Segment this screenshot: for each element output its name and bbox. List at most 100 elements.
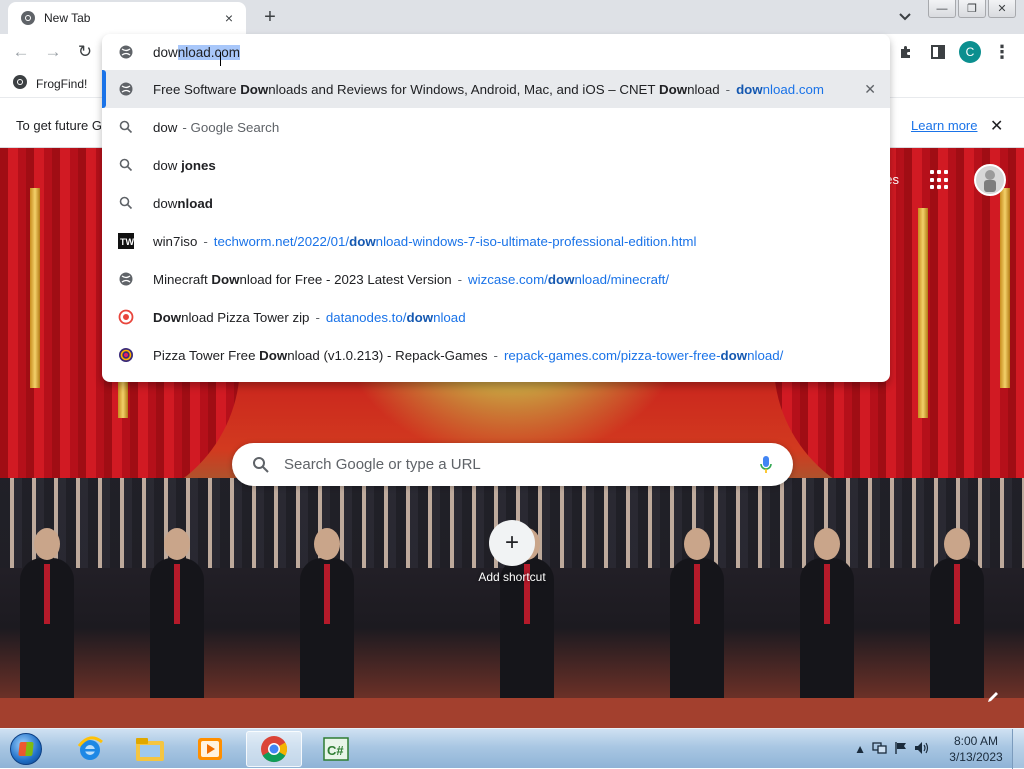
chrome-icon: [261, 736, 288, 763]
globe-icon: [118, 81, 134, 97]
techworm-icon: TW: [118, 233, 134, 249]
suggestion-row[interactable]: dow - Google Search: [102, 108, 890, 146]
taskbar-internet-explorer[interactable]: [62, 731, 118, 767]
search-icon: [118, 119, 134, 135]
google-apps-icon[interactable]: [930, 170, 954, 190]
info-bar-close-button[interactable]: ✕: [990, 116, 1003, 136]
menu-button[interactable]: ⋮: [990, 38, 1014, 66]
omnibox-dropdown: download.com Free Software Downloads and…: [102, 34, 890, 382]
autocomplete-selection: nload.com: [177, 44, 241, 60]
network-icon[interactable]: [872, 741, 888, 758]
suggestion-separator: -: [725, 81, 731, 97]
start-button[interactable]: [6, 730, 46, 768]
suggestion-source: - Google Search: [182, 119, 280, 135]
background-decoration: [30, 188, 40, 388]
csharp-icon: C#: [323, 737, 349, 761]
taskbar-clock[interactable]: 8:00 AM 3/13/2023: [940, 733, 1012, 765]
chrome-icon: [12, 74, 28, 93]
customize-pencil-icon[interactable]: [982, 686, 1004, 708]
suggestion-row[interactable]: Minecraft Download for Free - 2023 Lates…: [102, 260, 890, 298]
suggestion-url: repack-games.com/pizza-tower-free-downlo…: [503, 347, 784, 363]
suggestion-title: Download Pizza Tower zip: [153, 309, 310, 325]
suggestion-row[interactable]: Pizza Tower Free Download (v1.0.213) - R…: [102, 336, 890, 374]
folder-icon: [136, 738, 164, 761]
forward-button[interactable]: →: [40, 40, 66, 64]
search-placeholder: Search Google or type a URL: [284, 456, 481, 473]
suggestion-row[interactable]: download: [102, 184, 890, 222]
svg-text:TW: TW: [120, 237, 134, 247]
bookmark-frogfind[interactable]: FrogFind!: [12, 74, 87, 93]
tab-title: New Tab: [44, 11, 91, 25]
datanodes-icon: [118, 309, 134, 325]
bookmark-label: FrogFind!: [36, 76, 88, 91]
suggestion-url: techworm.net/2022/01/download-windows-7-…: [213, 233, 697, 249]
show-hidden-icons-icon[interactable]: ▲: [854, 742, 866, 756]
ntp-search-box[interactable]: Search Google or type a URL: [232, 443, 793, 486]
suggestion-title: Minecraft Download for Free - 2023 Lates…: [153, 271, 452, 287]
suggestion-separator: -: [493, 347, 498, 363]
chevron-down-icon: [899, 13, 911, 21]
search-icon: [118, 157, 134, 173]
reload-button[interactable]: ↻: [72, 40, 98, 64]
tray-icons: ▲: [854, 741, 930, 758]
background-figure: [930, 528, 984, 708]
suggestion-separator: -: [315, 309, 320, 325]
close-window-button[interactable]: ✕: [988, 0, 1016, 18]
text-cursor-icon: [220, 52, 222, 66]
show-desktop-button[interactable]: [1012, 729, 1024, 769]
windows-taskbar: C# ▲ 8:00 AM 3/13/2023: [0, 728, 1024, 769]
add-shortcut-tile[interactable]: + Add shortcut: [470, 520, 554, 584]
globe-icon: [118, 271, 134, 287]
new-tab-button[interactable]: +: [258, 6, 282, 28]
chrome-icon: [20, 10, 36, 26]
suggestion-query: download: [153, 195, 213, 211]
suggestion-title: Free Software Downloads and Reviews for …: [153, 81, 720, 97]
taskbar-file-explorer[interactable]: [122, 731, 178, 767]
info-bar-text: To get future G: [16, 118, 102, 133]
tab-new-tab[interactable]: New Tab ×: [8, 2, 246, 34]
back-button[interactable]: ←: [8, 40, 34, 64]
background-figure: [150, 528, 204, 708]
suggestion-row[interactable]: Download Pizza Tower zip - datanodes.to/…: [102, 298, 890, 336]
tab-strip: New Tab × + — ❐ ✕: [0, 0, 1024, 34]
tab-close-button[interactable]: ×: [220, 9, 238, 27]
add-icon: +: [489, 520, 535, 566]
internet-explorer-icon: [77, 736, 103, 760]
suggestion-row[interactable]: dow jones: [102, 146, 890, 184]
background-decoration: [1000, 188, 1010, 388]
maximize-button[interactable]: ❐: [958, 0, 986, 18]
search-icon: [118, 195, 134, 211]
volume-icon[interactable]: [914, 741, 930, 758]
windows-logo-icon: [10, 733, 42, 765]
side-panel-icon[interactable]: [926, 38, 950, 66]
search-icon: [253, 456, 269, 473]
minimize-button[interactable]: —: [928, 0, 956, 18]
taskbar-media-player[interactable]: [182, 731, 238, 767]
taskbar-csharp-app[interactable]: C#: [308, 731, 364, 767]
media-player-icon: [198, 738, 222, 760]
suggestion-title: win7iso: [153, 233, 198, 249]
toolbar-actions: C ⋮: [894, 38, 1014, 66]
avatar: C: [959, 41, 981, 63]
typed-text: dow: [153, 44, 178, 60]
extensions-icon[interactable]: [894, 38, 918, 66]
taskbar-chrome[interactable]: [246, 731, 302, 767]
profile-button[interactable]: C: [958, 38, 982, 66]
tab-search-button[interactable]: [894, 8, 916, 26]
microphone-icon[interactable]: [759, 455, 773, 475]
suggestion-row[interactable]: Free Software Downloads and Reviews for …: [102, 70, 890, 108]
remove-suggestion-button[interactable]: ✕: [864, 81, 876, 98]
learn-more-link[interactable]: Learn more: [911, 118, 977, 133]
google-account-avatar[interactable]: [974, 164, 1006, 196]
globe-icon: [118, 44, 134, 60]
person-icon: [984, 170, 996, 192]
background-figure: [20, 528, 74, 708]
address-bar-input[interactable]: download.com: [102, 34, 890, 70]
suggestion-title: Pizza Tower Free Download (v1.0.213) - R…: [153, 347, 488, 363]
clock-date: 3/13/2023: [949, 750, 1003, 764]
suggestion-query: dow jones: [153, 157, 216, 173]
suggestion-row[interactable]: TW win7iso - techworm.net/2022/01/downlo…: [102, 222, 890, 260]
suggestion-query: dow: [153, 119, 178, 135]
suggestion-url: download.com: [736, 81, 825, 97]
action-center-flag-icon[interactable]: [894, 741, 908, 758]
